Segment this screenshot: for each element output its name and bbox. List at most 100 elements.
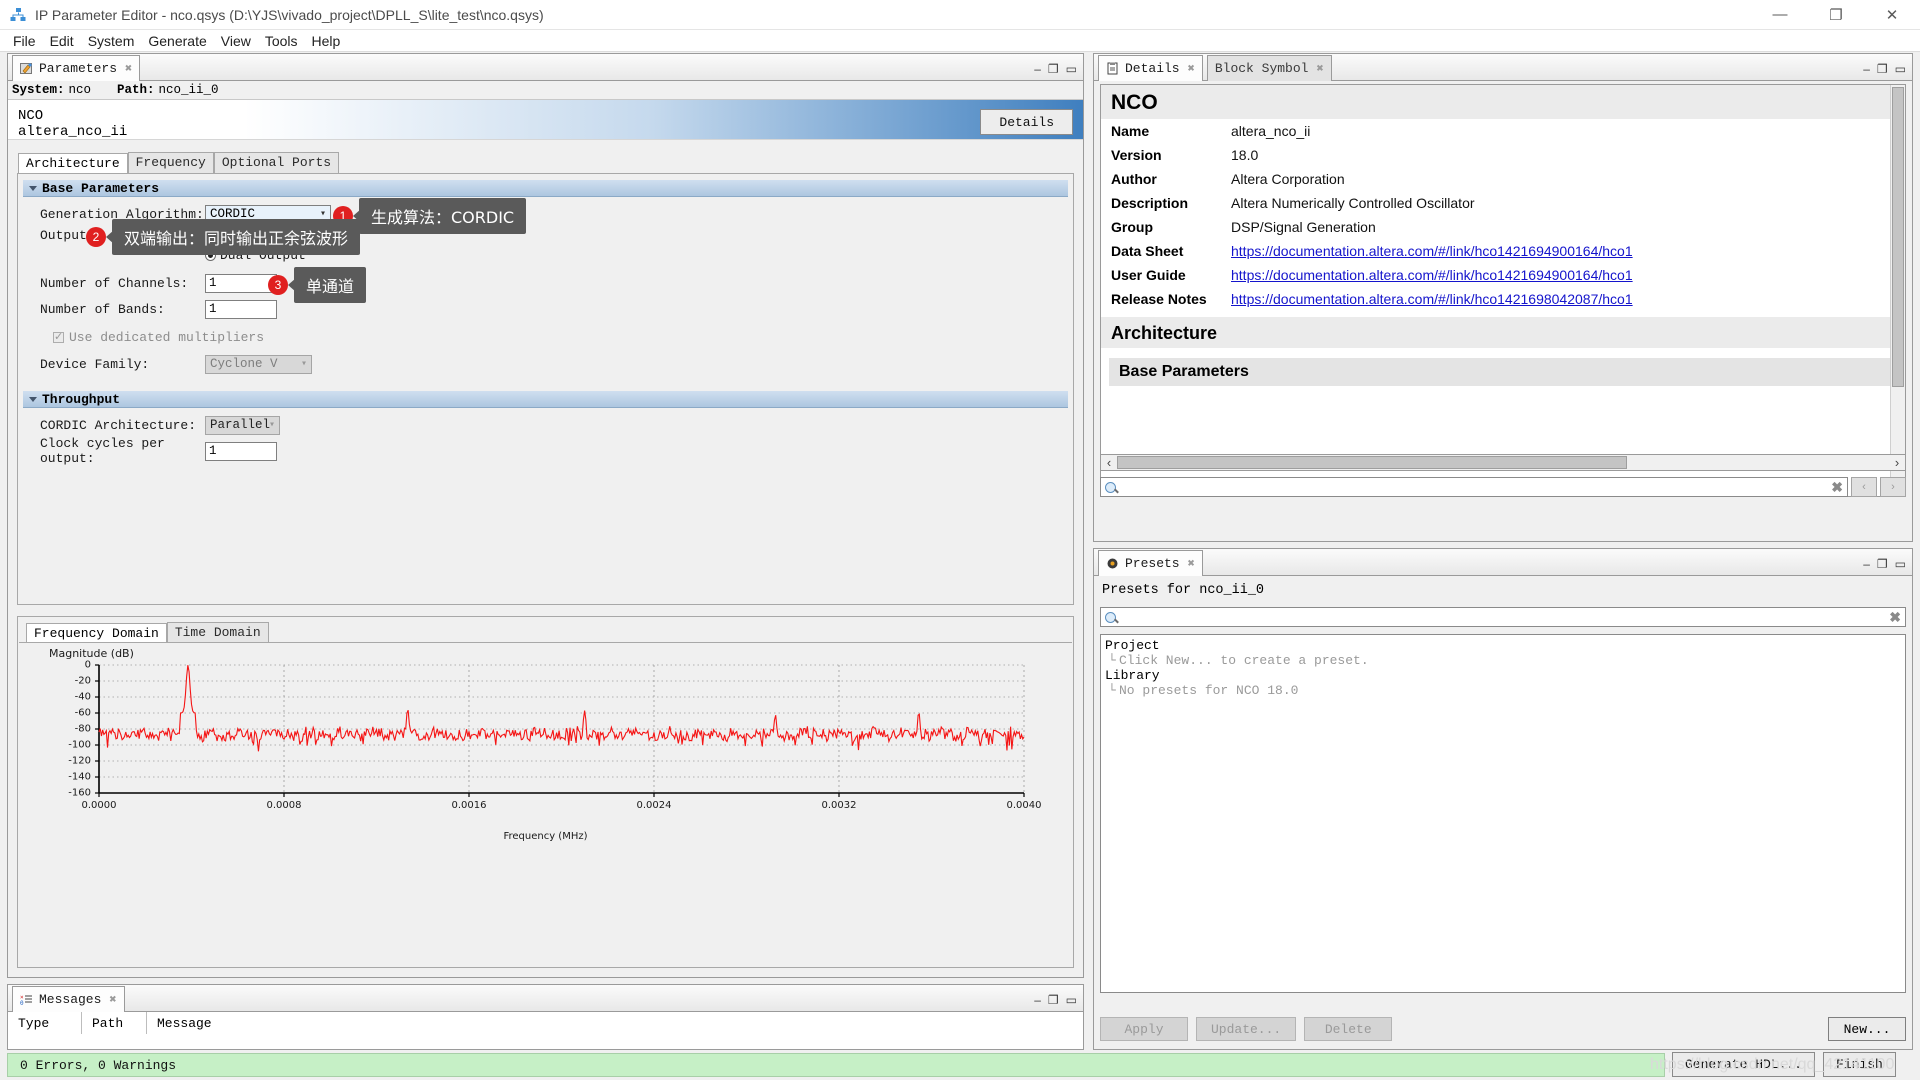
maximize-button[interactable]: ❐ <box>1808 0 1864 30</box>
details-hscroll-thumb[interactable] <box>1117 456 1627 469</box>
annotation-1: 1 生成算法：CORDIC <box>333 198 526 234</box>
apply-button[interactable]: Apply <box>1100 1017 1188 1041</box>
presets-node-library[interactable]: Library <box>1105 668 1905 683</box>
tab-block-symbol[interactable]: Block Symbol ✖ <box>1207 55 1332 81</box>
details-search-input[interactable]: ✖ <box>1100 477 1848 497</box>
menu-item-view[interactable]: View <box>214 31 258 51</box>
user-guide-link[interactable]: https://documentation.altera.com/#/link/… <box>1231 267 1633 283</box>
parameters-maximize-icon[interactable]: ▭ <box>1066 63 1077 75</box>
search-prev-button[interactable]: ‹ <box>1851 477 1877 497</box>
presets-maximize-icon[interactable]: ▭ <box>1895 558 1906 570</box>
group-throughput[interactable]: Throughput <box>23 391 1068 408</box>
menu-item-help[interactable]: Help <box>305 31 348 51</box>
details-key: Author <box>1111 171 1231 187</box>
delete-button[interactable]: Delete <box>1304 1017 1392 1041</box>
watermark-text: https://blog.csdn.net/qq_42141100 <box>1650 1056 1894 1074</box>
menu-item-tools[interactable]: Tools <box>258 31 305 51</box>
tab-details[interactable]: Details ✖ <box>1098 55 1203 81</box>
cordic-architecture-label: CORDIC Architecture: <box>40 418 205 433</box>
system-label: System: <box>12 83 65 97</box>
group-base-parameters[interactable]: Base Parameters <box>23 180 1068 197</box>
menu-item-system[interactable]: System <box>81 31 142 51</box>
messages-maximize-icon[interactable]: ▭ <box>1066 994 1077 1006</box>
messages-column-message[interactable]: Message <box>147 1012 1083 1035</box>
clear-search-icon[interactable]: ✖ <box>1889 609 1901 626</box>
messages-column-path[interactable]: Path <box>82 1012 147 1035</box>
window-title: IP Parameter Editor - nco.qsys (D:\YJS\v… <box>35 7 544 23</box>
ip-editor-icon <box>9 6 27 24</box>
details-key: Group <box>1111 219 1231 235</box>
details-horizontal-scrollbar[interactable]: ‹ › <box>1100 454 1906 471</box>
details-button[interactable]: Details <box>980 109 1073 135</box>
number-of-bands-label: Number of Bands: <box>40 302 205 317</box>
group-base-parameters-label: Base Parameters <box>42 181 159 196</box>
presets-panel: Presets ✖ – ❐ ▭ Presets for nco_ii_0 ✖ P… <box>1093 548 1913 1050</box>
tab-time-domain[interactable]: Time Domain <box>167 622 269 643</box>
tab-block-symbol-close-icon[interactable]: ✖ <box>1316 61 1323 76</box>
scroll-right-icon[interactable]: › <box>1889 455 1905 470</box>
parameters-minimize-icon[interactable]: – <box>1034 63 1041 75</box>
ip-header-text: NCO altera_nco_ii <box>18 108 127 140</box>
release-notes-link[interactable]: https://documentation.altera.com/#/link/… <box>1231 291 1633 307</box>
chart-y-tick: -20 <box>75 676 91 687</box>
tab-presets-close-icon[interactable]: ✖ <box>1188 556 1195 571</box>
close-button[interactable]: ✕ <box>1864 0 1920 30</box>
tab-parameters[interactable]: Parameters ✖ <box>12 55 140 81</box>
tab-messages-close-icon[interactable]: ✖ <box>109 992 116 1007</box>
tab-messages[interactable]: × 0 Messages ✖ <box>12 986 125 1012</box>
details-tab-icon <box>1106 62 1119 75</box>
details-maximize-icon[interactable]: ▭ <box>1895 63 1906 75</box>
messages-column-type[interactable]: Type <box>8 1012 82 1035</box>
tab-parameters-close-icon[interactable]: ✖ <box>125 61 132 76</box>
details-window-controls: – ❐ ▭ <box>1863 63 1906 75</box>
menu-item-file[interactable]: File <box>6 31 43 51</box>
presets-search-input[interactable]: ✖ <box>1100 607 1906 627</box>
presets-minimize-icon[interactable]: – <box>1863 558 1870 570</box>
tab-frequency-domain[interactable]: Frequency Domain <box>26 623 167 644</box>
tab-details-close-icon[interactable]: ✖ <box>1188 61 1195 76</box>
chart-x-tick: 0.0024 <box>637 800 672 811</box>
presets-button-row: Apply Update... Delete New... <box>1100 1017 1906 1041</box>
chart-x-axis-label: Frequency (MHz) <box>19 831 1072 842</box>
details-minimize-icon[interactable]: – <box>1863 63 1870 75</box>
use-dedicated-multipliers-checkbox[interactable] <box>53 332 64 343</box>
parameter-tabs: Architecture Frequency Optional Ports <box>18 151 1083 173</box>
tab-presets[interactable]: Presets ✖ <box>1098 550 1203 576</box>
annotation-2-text: 双端输出：同时输出正余弦波形 <box>112 219 360 255</box>
minimize-button[interactable]: — <box>1752 0 1808 30</box>
collapse-triangle-icon[interactable] <box>29 186 37 191</box>
chart-tabs: Frequency Domain Time Domain <box>26 622 1073 643</box>
tab-block-symbol-label: Block Symbol <box>1215 61 1309 76</box>
data-sheet-link[interactable]: https://documentation.altera.com/#/link/… <box>1231 243 1633 259</box>
tab-frequency[interactable]: Frequency <box>128 152 214 173</box>
presets-restore-icon[interactable]: ❐ <box>1877 558 1888 570</box>
chevron-down-icon: ▾ <box>301 358 307 370</box>
clock-cycles-input[interactable]: 1 <box>205 442 277 461</box>
cordic-architecture-select[interactable]: Parallel ▾ <box>205 416 280 435</box>
scroll-left-icon[interactable]: ‹ <box>1101 455 1117 470</box>
presets-tree[interactable]: Project Click New... to create a preset.… <box>1100 634 1906 993</box>
search-icon <box>1105 612 1116 623</box>
messages-minimize-icon[interactable]: – <box>1034 994 1041 1006</box>
details-vscroll-thumb[interactable] <box>1892 87 1904 387</box>
tab-architecture[interactable]: Architecture <box>18 153 128 174</box>
menu-item-generate[interactable]: Generate <box>141 31 213 51</box>
parameters-restore-icon[interactable]: ❐ <box>1048 63 1059 75</box>
number-of-channels-input[interactable]: 1 <box>205 274 277 293</box>
device-family-select[interactable]: Cyclone V ▾ <box>205 355 312 374</box>
new-preset-button[interactable]: New... <box>1828 1017 1906 1041</box>
details-title: NCO <box>1101 85 1905 119</box>
row-number-of-channels: Number of Channels: 1 <box>18 272 1073 294</box>
tab-optional-ports[interactable]: Optional Ports <box>214 152 339 173</box>
presets-node-project[interactable]: Project <box>1105 638 1905 653</box>
clear-search-icon[interactable]: ✖ <box>1831 479 1843 496</box>
tab-details-label: Details <box>1125 61 1180 76</box>
menu-item-edit[interactable]: Edit <box>43 31 81 51</box>
number-of-bands-input[interactable]: 1 <box>205 300 277 319</box>
search-next-button[interactable]: › <box>1880 477 1906 497</box>
messages-restore-icon[interactable]: ❐ <box>1048 994 1059 1006</box>
details-restore-icon[interactable]: ❐ <box>1877 63 1888 75</box>
collapse-triangle-icon[interactable] <box>29 397 37 402</box>
update-button[interactable]: Update... <box>1196 1017 1296 1041</box>
details-vertical-scrollbar[interactable] <box>1890 85 1905 496</box>
